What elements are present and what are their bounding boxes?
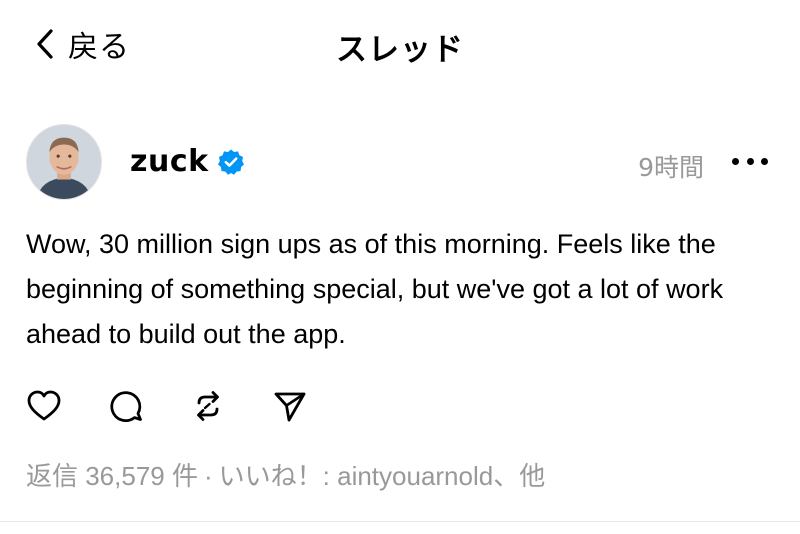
more-horizontal-icon <box>746 157 754 165</box>
stats-separator: · <box>203 461 213 491</box>
like-button[interactable] <box>24 386 64 426</box>
author-name[interactable]: zuck <box>130 144 209 179</box>
reply-button[interactable] <box>106 386 146 426</box>
more-options-button[interactable] <box>732 146 768 176</box>
repost-button[interactable] <box>188 386 228 426</box>
more-horizontal-icon <box>761 157 768 165</box>
send-icon <box>274 392 306 422</box>
post-actions <box>24 386 352 426</box>
heart-icon <box>27 390 61 421</box>
verified-badge-icon <box>217 149 244 175</box>
repost-icon <box>197 391 219 421</box>
author-row: zuck <box>130 144 245 179</box>
avatar[interactable] <box>26 124 102 200</box>
top-nav-bar: 戻る スレッド <box>0 0 800 90</box>
comment-icon <box>110 391 142 423</box>
likes-summary[interactable]: いいね！: aintyouarnold、他 <box>219 461 546 491</box>
share-button[interactable] <box>270 386 310 426</box>
avatar-image <box>27 125 101 199</box>
more-horizontal-icon <box>732 157 739 165</box>
page-title: スレッド <box>336 32 464 68</box>
replies-count[interactable]: 返信 36,579 件 <box>26 461 198 491</box>
post-timestamp: 9時間 <box>638 153 704 182</box>
post-body: Wow, 30 million sign ups as of this morn… <box>26 229 724 349</box>
divider <box>0 521 800 522</box>
post-stats: 返信 36,579 件 · いいね！: aintyouarnold、他 <box>26 456 545 493</box>
